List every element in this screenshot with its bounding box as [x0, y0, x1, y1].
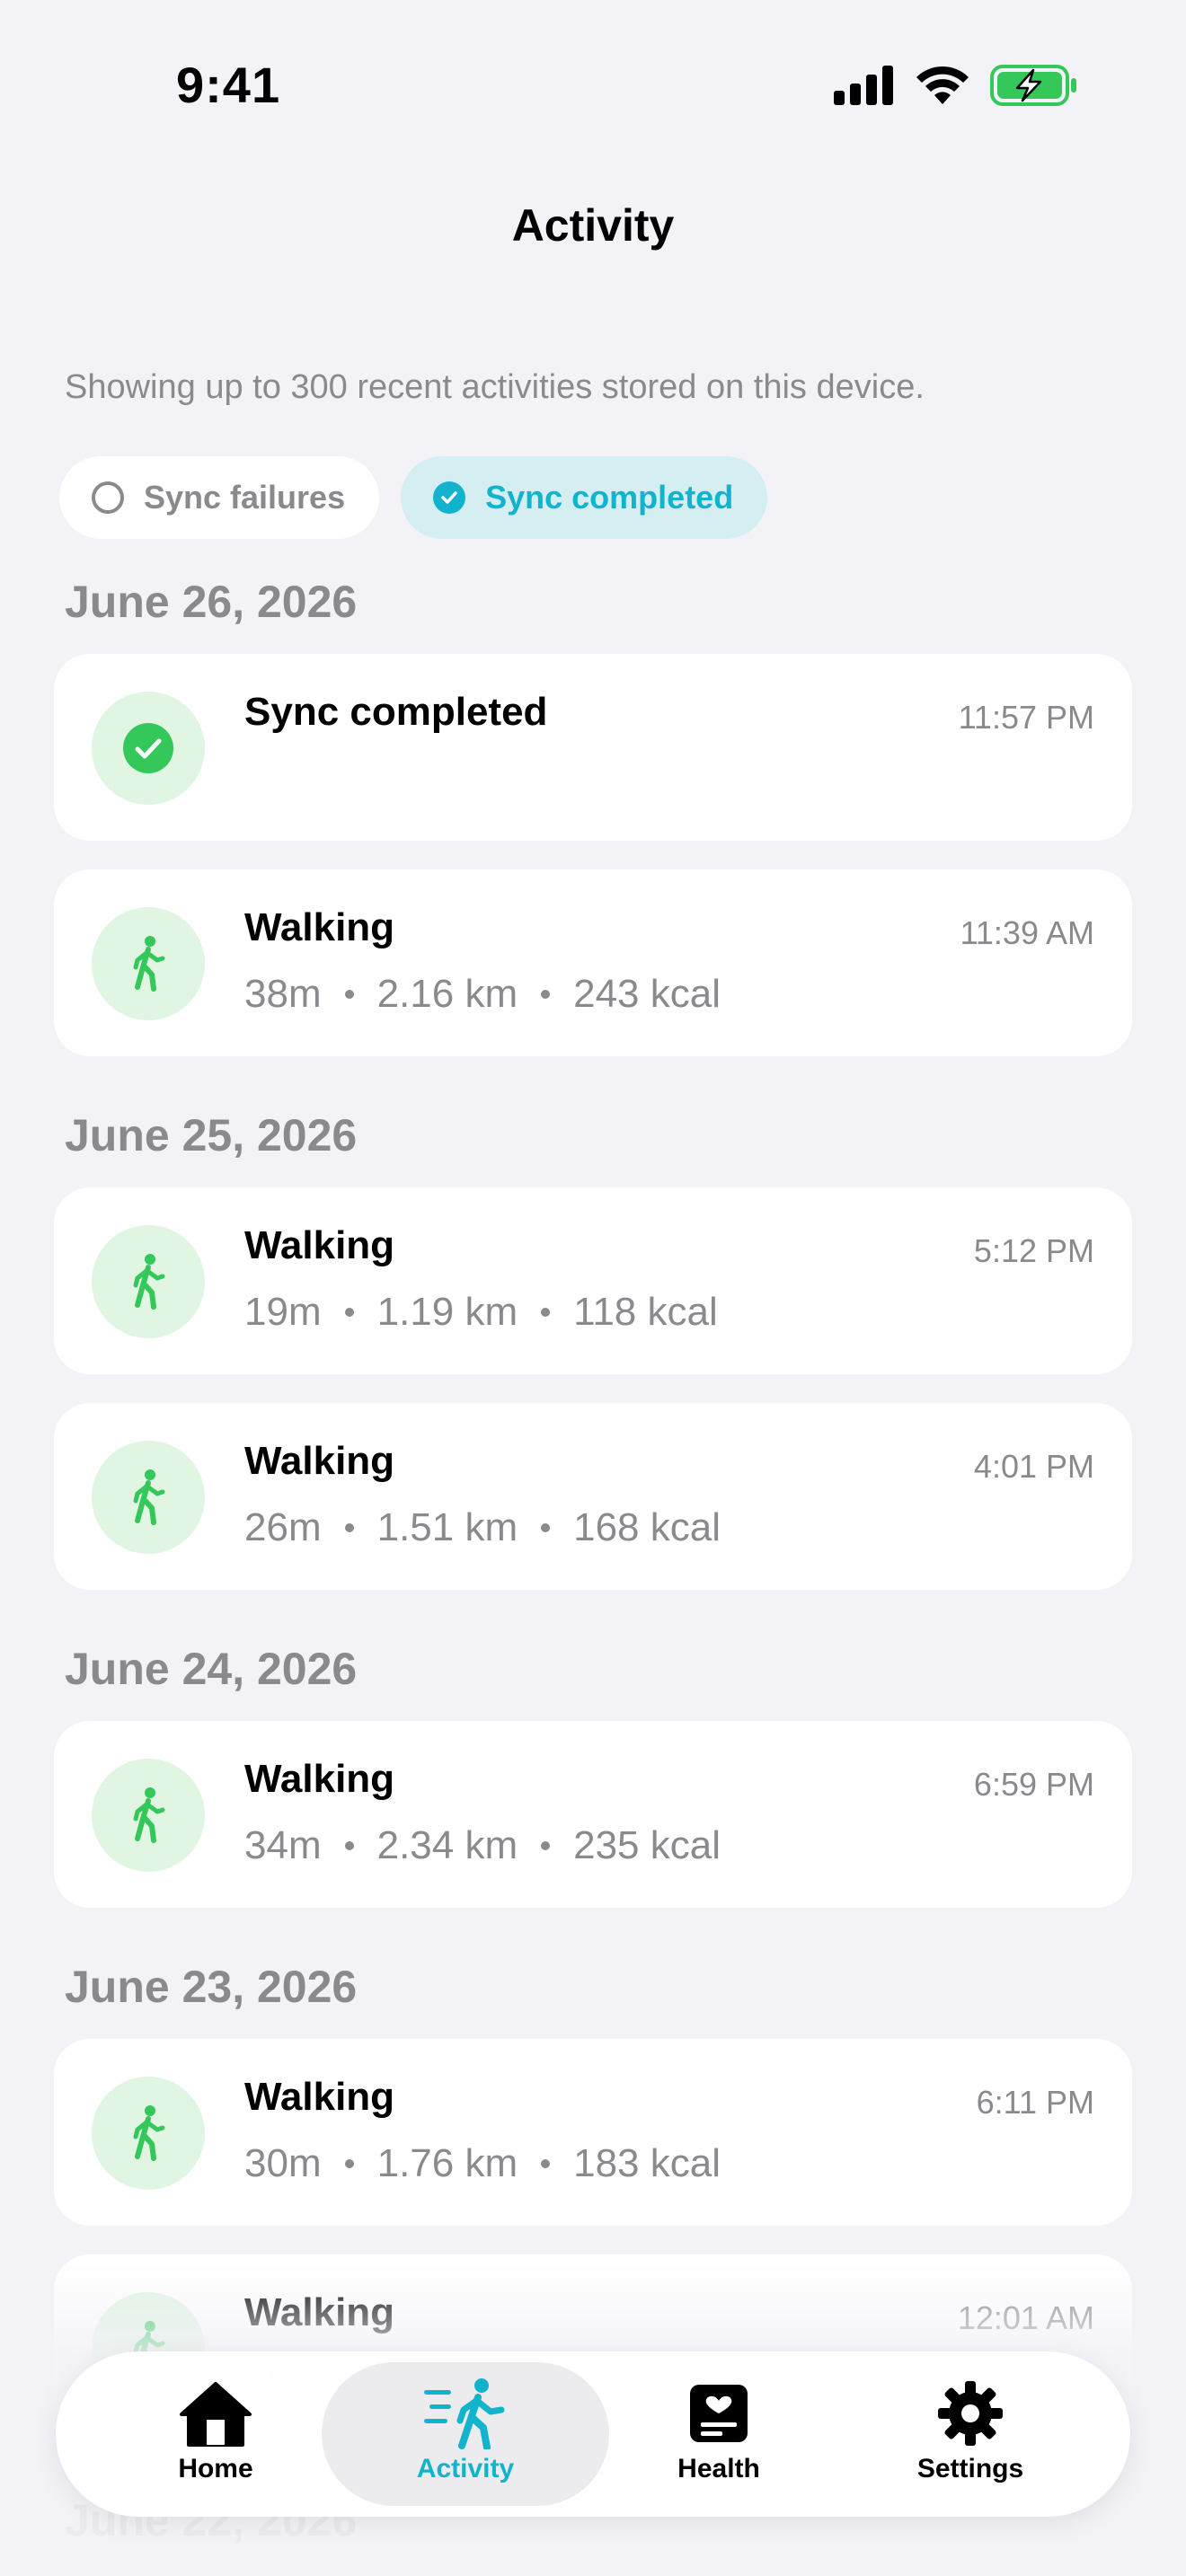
stat-duration: 34m [244, 1823, 322, 1867]
activity-row[interactable]: Walking 6:11 PM 30m 1.76 km 183 kcal [54, 2039, 1132, 2226]
filter-sync-completed-label: Sync completed [485, 479, 734, 516]
activity-feed: June 26, 2026 Sync completed 11:57 PM Wa… [54, 575, 1132, 2572]
tab-settings-label: Settings [916, 2454, 1024, 2483]
tab-activity-label: Activity [416, 2454, 515, 2483]
stat-calories: 183 kcal [573, 2141, 721, 2185]
health-record-icon [688, 2378, 749, 2448]
activity-row[interactable]: Walking 11:39 AM 38m 2.16 km 243 kcal [54, 869, 1132, 1056]
row-time: 11:57 PM [958, 699, 1094, 736]
tab-settings[interactable]: Settings [827, 2362, 1114, 2506]
stat-duration: 19m [244, 1290, 322, 1334]
separator-dot [541, 2159, 551, 2168]
checkmark-circle-icon [123, 723, 173, 773]
walking-badge [92, 907, 205, 1020]
separator-dot [344, 2159, 354, 2168]
row-title: Walking [244, 1757, 395, 1801]
stat-distance: 2.16 km [376, 972, 518, 1016]
separator-dot [344, 1308, 354, 1317]
separator-dot [344, 1523, 354, 1532]
activity-row[interactable]: Walking 4:01 PM 26m 1.51 km 168 kcal [54, 1403, 1132, 1590]
walking-badge [92, 1225, 205, 1338]
filter-chips: Sync failures Sync completed [59, 456, 768, 539]
date-header: June 23, 2026 [65, 1962, 358, 2012]
row-time: 4:01 PM [973, 1448, 1094, 1485]
wifi-icon [916, 66, 969, 104]
row-title: Walking [244, 1223, 395, 1267]
separator-dot [541, 1523, 551, 1532]
sync-completed-row[interactable]: Sync completed 11:57 PM [54, 654, 1132, 841]
stat-calories: 168 kcal [573, 1505, 721, 1549]
row-stats: 30m 1.76 km 183 kcal [244, 2141, 721, 2186]
row-title: Sync completed [244, 690, 548, 734]
gear-icon [936, 2378, 1005, 2448]
stat-distance: 1.76 km [376, 2141, 518, 2185]
filter-sync-failures-label: Sync failures [144, 479, 346, 516]
row-title: Walking [244, 2290, 395, 2334]
row-title: Walking [244, 1439, 395, 1483]
battery-charging-icon [990, 65, 1076, 106]
radio-checked-icon [433, 481, 466, 514]
stat-calories: 235 kcal [573, 1823, 721, 1867]
separator-dot [541, 1841, 551, 1850]
info-text: Showing up to 300 recent activities stor… [65, 368, 925, 406]
separator-dot [541, 1308, 551, 1317]
tab-home-label: Home [178, 2454, 253, 2483]
date-header: June 24, 2026 [65, 1644, 358, 1694]
status-time: 9:41 [176, 57, 281, 113]
activity-run-icon [422, 2378, 509, 2449]
status-icons [834, 65, 1078, 106]
stat-distance: 1.19 km [376, 1290, 518, 1334]
radio-unchecked-icon [92, 481, 124, 514]
walking-badge [92, 1441, 205, 1554]
walking-icon [133, 1787, 165, 1843]
walking-icon [133, 1469, 165, 1525]
tab-activity[interactable]: Activity [322, 2362, 609, 2506]
filter-sync-failures[interactable]: Sync failures [59, 456, 380, 539]
date-header: June 25, 2026 [65, 1110, 358, 1160]
tab-health-label: Health [677, 2454, 760, 2483]
row-time: 5:12 PM [973, 1232, 1094, 1269]
row-stats: 19m 1.19 km 118 kcal [244, 1290, 718, 1335]
sync-status-badge [92, 692, 205, 805]
date-header: June 26, 2026 [65, 577, 358, 627]
stat-calories: 243 kcal [573, 972, 721, 1016]
row-time: 12:01 AM [957, 2299, 1094, 2336]
walking-icon [133, 1254, 165, 1310]
stat-duration: 26m [244, 1505, 322, 1549]
row-stats: 34m 2.34 km 235 kcal [244, 1823, 721, 1868]
page-title: Activity [511, 200, 675, 251]
stat-distance: 2.34 km [376, 1823, 518, 1867]
row-time: 6:11 PM [976, 2084, 1094, 2121]
row-stats: 26m 1.51 km 168 kcal [244, 1505, 721, 1550]
stat-distance: 1.51 km [376, 1505, 518, 1549]
house-icon [178, 2378, 253, 2448]
row-title: Walking [244, 905, 395, 949]
tab-home[interactable]: Home [72, 2362, 359, 2506]
walking-badge [92, 2077, 205, 2190]
filter-sync-completed[interactable]: Sync completed [401, 456, 768, 539]
stat-calories: 118 kcal [573, 1290, 718, 1334]
cellular-signal-icon [834, 66, 893, 105]
status-bar: 9:41 [0, 0, 1186, 171]
activity-row[interactable]: Walking 5:12 PM 19m 1.19 km 118 kcal [54, 1187, 1132, 1374]
row-title: Walking [244, 2075, 395, 2119]
separator-dot [344, 990, 354, 999]
walking-icon [133, 2105, 165, 2161]
separator-dot [541, 990, 551, 999]
activity-row[interactable]: Walking 6:59 PM 34m 2.34 km 235 kcal [54, 1721, 1132, 1908]
row-time: 6:59 PM [973, 1766, 1094, 1803]
row-stats: 38m 2.16 km 243 kcal [244, 972, 721, 1017]
row-time: 11:39 AM [960, 914, 1094, 951]
walking-icon [133, 936, 165, 992]
stat-duration: 38m [244, 972, 322, 1016]
stat-duration: 30m [244, 2141, 322, 2185]
separator-dot [344, 1841, 354, 1850]
walking-badge [92, 1759, 205, 1872]
tab-bar: Home Activity Health Settings [56, 2351, 1130, 2517]
tab-health[interactable]: Health [575, 2362, 863, 2506]
